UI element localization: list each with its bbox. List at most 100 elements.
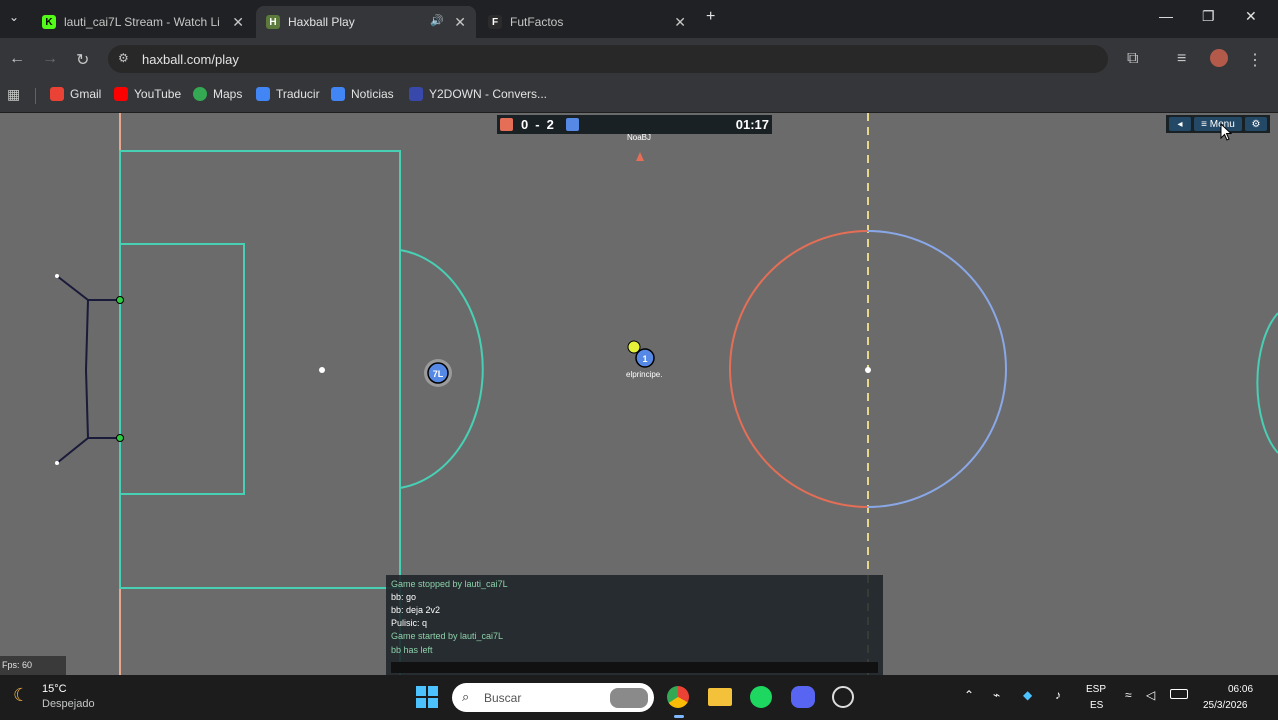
bookmark-youtube[interactable]: YouTube — [114, 87, 181, 101]
extensions-icon[interactable]: ⧉ — [1127, 50, 1138, 68]
lang-bottom[interactable]: ES — [1090, 700, 1103, 711]
net-corner — [55, 461, 59, 465]
bookmark-gmail[interactable]: Gmail — [50, 87, 101, 101]
score-blue: 2 — [546, 117, 554, 132]
url-text[interactable]: haxball.com/play — [142, 52, 239, 67]
media-icon[interactable]: ≡ — [1177, 50, 1186, 68]
window-close-button[interactable]: ✕ — [1245, 8, 1257, 25]
discord-icon[interactable] — [791, 686, 815, 708]
keeper-avatar: 7L — [433, 369, 444, 379]
player-number: 1 — [642, 354, 647, 364]
spotify-icon[interactable] — [750, 686, 772, 708]
score-red: 0 — [521, 117, 529, 132]
windows-taskbar: ☾ 15°C Despejado ⌕ Buscar ⌃ ⌁ ◆ ♪ ESP ES… — [0, 675, 1278, 720]
chrome-icon[interactable] — [667, 686, 689, 708]
chat-message: Pulisic: q — [391, 618, 428, 628]
tab-title: Haxball Play — [288, 15, 355, 29]
search-highlight-icon — [610, 688, 648, 708]
tab-futfactos[interactable]: F FutFactos ✕ — [478, 6, 696, 38]
bookmark-y2down[interactable]: Y2DOWN - Convers... — [409, 87, 547, 101]
tab-title: FutFactos — [510, 15, 564, 29]
chat-message: bb: deja 2v2 — [391, 605, 441, 615]
active-app-indicator — [674, 715, 684, 718]
close-icon[interactable]: ✕ — [674, 14, 686, 31]
futfactos-icon: F — [488, 15, 502, 29]
site-info-icon[interactable]: ⚙ — [118, 51, 129, 65]
bookmark-label: Y2DOWN - Convers... — [429, 87, 548, 101]
divider — [35, 88, 36, 104]
score-separator: - — [535, 117, 540, 132]
chat-message: bb: go — [391, 592, 417, 602]
bookmark-maps[interactable]: Maps — [193, 87, 242, 101]
chat-message: Game stopped by lauti_cai7L — [391, 579, 508, 589]
game-menu-bar: ◂ ≡ Menu ⚙ — [1166, 115, 1270, 133]
back-icon[interactable]: ← — [9, 50, 25, 68]
wifi-icon[interactable]: ≈ — [1125, 688, 1132, 702]
weather-temp[interactable]: 15°C — [42, 683, 67, 695]
red-team-icon — [500, 118, 513, 131]
clock-time[interactable]: 06:06 — [1228, 684, 1253, 695]
taskbar-search[interactable]: ⌕ Buscar — [452, 683, 654, 712]
gmail-icon — [50, 87, 64, 101]
bookmark-traducir[interactable]: Traducir — [256, 87, 320, 101]
translate-icon — [256, 87, 270, 101]
battery-icon[interactable] — [1170, 689, 1188, 699]
bookmark-label: Maps — [213, 87, 243, 101]
tab-title: lauti_cai7L Stream - Watch Live — [64, 15, 219, 29]
tab-search-icon[interactable]: ⌄ — [9, 10, 19, 24]
restore-button[interactable]: ❐ — [1202, 8, 1215, 25]
microphone-icon[interactable]: ♪ — [1055, 688, 1061, 702]
scoreboard: 0 - 2 01:17 — [497, 115, 772, 134]
apps-grid-icon[interactable]: ▦ — [7, 86, 20, 103]
show-hidden-icons[interactable]: ⌃ — [964, 688, 974, 702]
chat-input[interactable] — [391, 662, 878, 673]
maps-icon — [193, 87, 207, 101]
close-icon[interactable]: ✕ — [232, 14, 244, 31]
clock-date[interactable]: 25/3/2026 — [1203, 700, 1248, 711]
weather-desc[interactable]: Despejado — [42, 698, 95, 710]
reload-icon[interactable]: ↻ — [76, 50, 89, 70]
network-off-icon[interactable]: ⌁ — [993, 688, 1000, 702]
chat-message: Game started by lauti_cai7L — [391, 631, 504, 641]
windows-start-icon[interactable] — [416, 686, 438, 708]
chat-message: bb has left — [391, 645, 433, 655]
file-explorer-icon[interactable] — [708, 688, 732, 706]
haxball-icon: H — [266, 15, 280, 29]
profile-avatar[interactable] — [1210, 49, 1228, 67]
lang-top[interactable]: ESP — [1086, 684, 1106, 695]
more-icon[interactable]: ⋮ — [1247, 50, 1263, 70]
close-icon[interactable]: ✕ — [454, 14, 466, 31]
bookmark-label: Traducir — [276, 87, 320, 101]
speaker-icon[interactable]: 🔊 — [430, 14, 444, 27]
minimize-button[interactable]: — — [1159, 8, 1173, 24]
menu-button[interactable]: ≡ Menu — [1194, 117, 1242, 131]
center-spot — [865, 367, 871, 373]
new-tab-button[interactable]: + — [706, 8, 715, 26]
net-corner — [55, 274, 59, 278]
game-canvas[interactable]: 7L 1 NoaBJ elprincipe. 0 - 2 01:17 ◂ ≡ M… — [0, 113, 1278, 675]
mouse-cursor-icon — [1220, 123, 1232, 141]
player-name-center: elprincipe. — [626, 370, 663, 379]
tab-stream[interactable]: K lauti_cai7L Stream - Watch Live ✕ — [32, 6, 254, 38]
player-name-top: NoaBJ — [627, 133, 652, 142]
kick-icon: K — [42, 15, 56, 29]
bookmark-label: YouTube — [134, 87, 182, 101]
bookmark-label: Noticias — [351, 87, 394, 101]
address-bar[interactable]: ⚙ — [108, 45, 1108, 73]
security-icon[interactable]: ◆ — [1023, 688, 1032, 702]
tab-strip: ⌄ K lauti_cai7L Stream - Watch Live ✕ H … — [0, 0, 1278, 38]
youtube-icon — [114, 87, 128, 101]
search-icon: ⌕ — [462, 689, 470, 704]
volume-icon[interactable]: ◁ — [1146, 688, 1155, 702]
y2down-icon — [409, 87, 423, 101]
obs-icon[interactable] — [832, 686, 854, 708]
blue-team-icon — [565, 118, 579, 131]
game-timer: 01:17 — [735, 117, 769, 132]
tab-haxball[interactable]: H Haxball Play 🔊 ✕ — [256, 6, 476, 38]
leave-icon[interactable]: ◂ — [1169, 117, 1191, 131]
fps-counter: Fps: 60 — [0, 656, 66, 675]
news-icon — [331, 87, 345, 101]
bookmark-noticias[interactable]: Noticias — [331, 87, 394, 101]
forward-icon[interactable]: → — [42, 50, 58, 68]
settings-icon[interactable]: ⚙ — [1245, 117, 1267, 131]
